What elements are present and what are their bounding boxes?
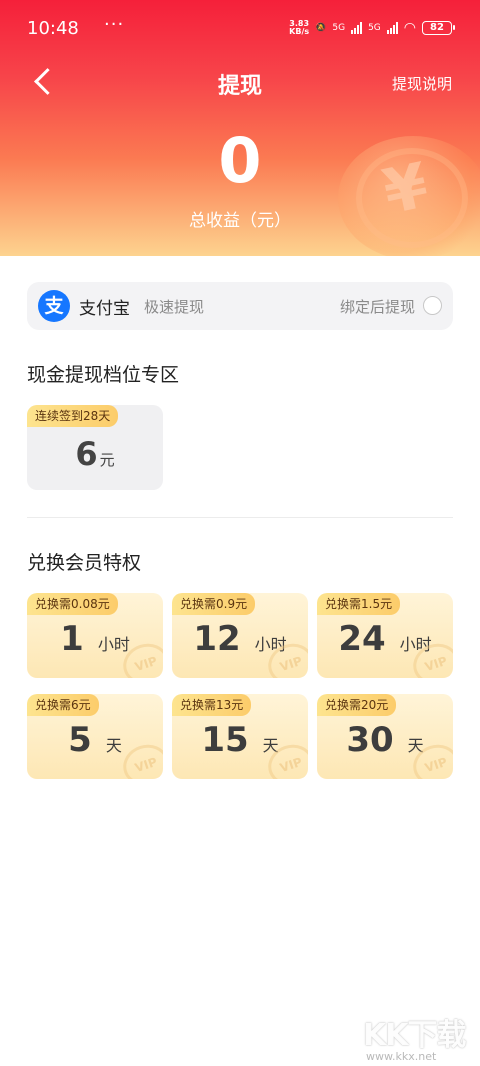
watermark-logo: KK下载: [363, 1018, 466, 1053]
cash-section-title: 现金提现档位专区: [27, 364, 180, 386]
mute-icon: 🔕: [315, 23, 327, 33]
status-icons: 3.83 KB/s 🔕 5G 5G ◠ 82: [289, 19, 455, 36]
battery-icon: 82: [422, 21, 455, 35]
vip-card-tag: 兑换需13元: [172, 694, 252, 716]
withdraw-explain-link[interactable]: 提现说明: [392, 73, 452, 94]
total-earnings-label: 总收益（元）: [189, 211, 291, 231]
wifi-icon: ◠: [403, 20, 416, 36]
signal-icon-1: [351, 22, 363, 34]
vip-section-title: 兑换会员特权: [27, 552, 142, 574]
status-time: 10:48: [27, 18, 79, 39]
payment-subtitle: 极速提现: [144, 298, 205, 316]
vip-card-tag: 兑换需0.9元: [172, 593, 256, 615]
vip-card[interactable]: 兑换需0.08元 1 小时 VIP: [27, 593, 163, 678]
vip-card[interactable]: 兑换需6元 5天 VIP: [27, 694, 163, 779]
alipay-icon: 支: [38, 290, 70, 322]
tier-amount: 6元: [75, 435, 115, 473]
vip-card-tag: 兑换需0.08元: [27, 593, 118, 615]
signal-icon-2: [386, 22, 398, 34]
tier-tag: 连续签到28天: [27, 405, 119, 427]
cash-tier-card[interactable]: 连续签到28天 6元: [27, 405, 163, 490]
withdraw-page: ¥ 10:48 ··· 3.83 KB/s 🔕 5G 5G ◠ 82 提现 提现…: [0, 0, 480, 1066]
alipay-method-row[interactable]: 支 支付宝 极速提现 绑定后提现: [27, 282, 453, 330]
vip-card-tag: 兑换需1.5元: [317, 593, 401, 615]
total-earnings-value: 0: [218, 124, 262, 197]
vip-card[interactable]: 兑换需1.5元 24 小时 VIP: [317, 593, 453, 678]
payment-radio[interactable]: [423, 296, 442, 315]
status-dots: ···: [104, 14, 125, 35]
status-bar: 10:48 ··· 3.83 KB/s 🔕 5G 5G ◠ 82: [0, 0, 480, 60]
signal-label-1: 5G: [332, 23, 346, 33]
signal-label-2: 5G: [368, 23, 381, 33]
vip-card[interactable]: 兑换需0.9元 12 小时 VIP: [172, 593, 308, 678]
bind-hint: 绑定后提现: [339, 298, 415, 316]
payment-name: 支付宝: [79, 299, 130, 319]
vip-card-tag: 兑换需20元: [317, 694, 397, 716]
vip-card[interactable]: 兑换需13元 15 天 VIP: [172, 694, 308, 779]
vip-card-tag: 兑换需6元: [27, 694, 99, 716]
watermark-url: www.kkx.net: [366, 1050, 437, 1063]
vip-card[interactable]: 兑换需20元 30 天 VIP: [317, 694, 453, 779]
divider: [27, 517, 453, 518]
net-speed: 3.83 KB/s: [289, 19, 310, 36]
